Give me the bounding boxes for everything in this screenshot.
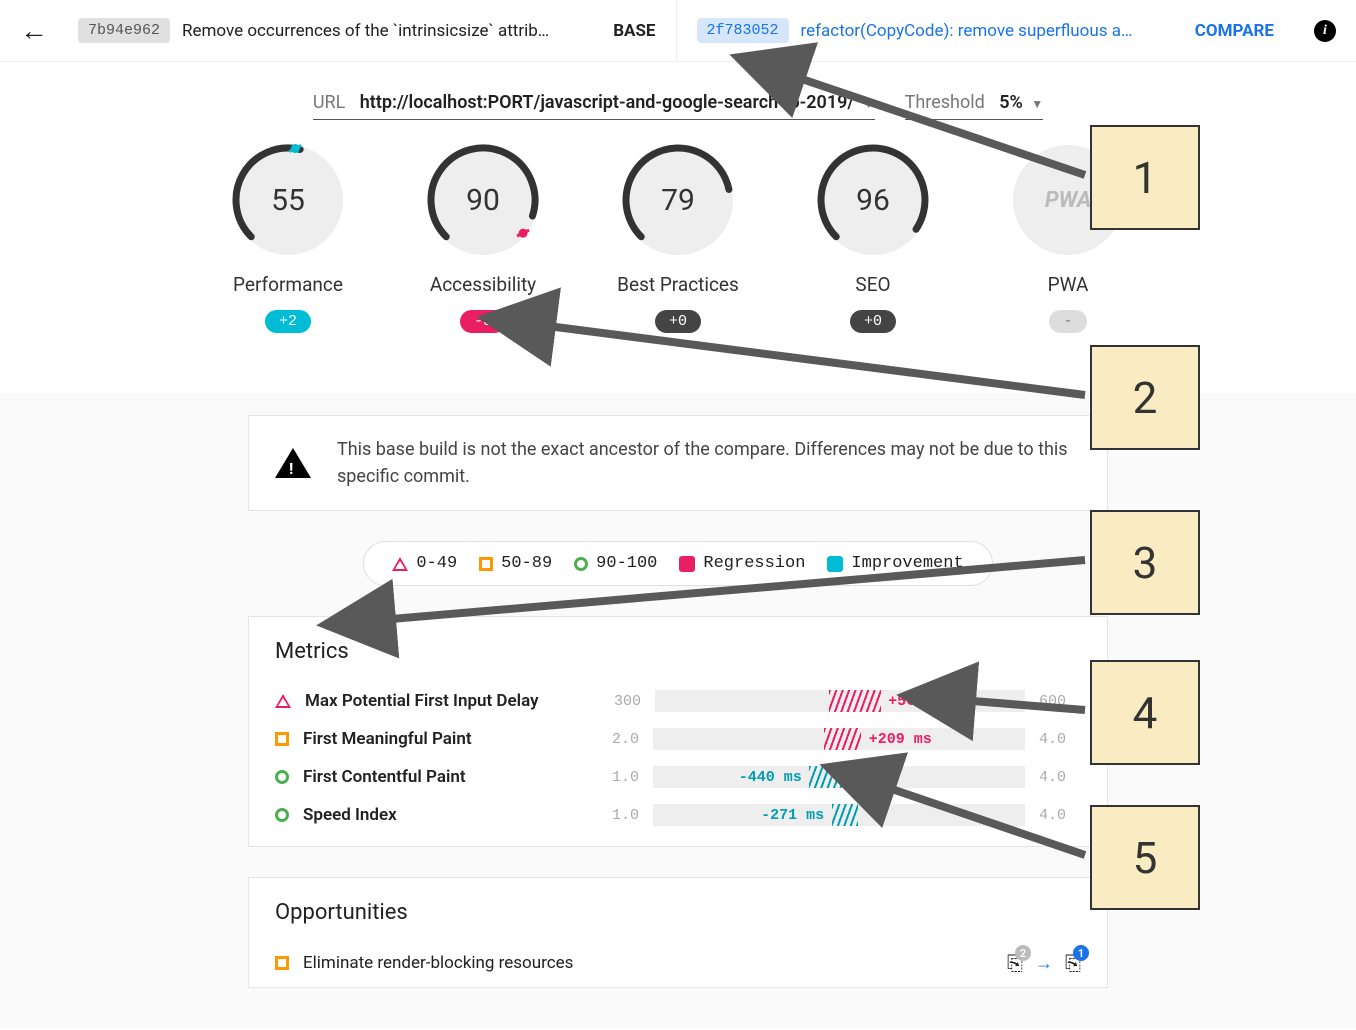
- gauge-accessibility[interactable]: 90 Accessibility -8: [418, 145, 548, 333]
- gauge-delta: +0: [655, 310, 701, 333]
- gauge-performance[interactable]: 55 Performance +2: [223, 145, 353, 333]
- metric-name: Max Potential First Input Delay: [305, 691, 585, 711]
- legend-90-100: 90-100: [574, 554, 657, 573]
- gauge-label: Performance: [223, 273, 353, 296]
- metric-bar: -271 ms: [653, 804, 1025, 826]
- report-compare-icon[interactable]: ⎘1: [1065, 951, 1081, 975]
- metric-bar: -440 ms: [653, 766, 1025, 788]
- opportunity-row[interactable]: Eliminate render-blocking resources ⎘2 →…: [275, 943, 1081, 983]
- metric-row[interactable]: First Meaningful Paint 2.0 +209 ms 4.0: [275, 720, 1081, 758]
- threshold-value: 5%: [999, 92, 1023, 113]
- url-selector[interactable]: URL http://localhost:PORT/javascript-and…: [313, 92, 875, 120]
- metric-range-high: 4.0: [1039, 731, 1081, 748]
- legend-0-49: 0-49: [392, 554, 457, 573]
- opportunities-card: Opportunities Eliminate render-blocking …: [248, 877, 1108, 988]
- info-icon[interactable]: i: [1314, 20, 1336, 42]
- base-tag: BASE: [613, 21, 655, 41]
- metric-row[interactable]: Max Potential First Input Delay 300 +56 …: [275, 682, 1081, 720]
- base-commit-message: Remove occurrences of the `intrinsicsize…: [182, 21, 601, 41]
- metric-row[interactable]: Speed Index 1.0 -271 ms 4.0: [275, 796, 1081, 834]
- warning-icon: [275, 448, 311, 478]
- status-icon: [275, 770, 289, 784]
- triangle-icon: [392, 557, 408, 571]
- legend-regression: Regression: [679, 554, 805, 573]
- metric-range-low: 2.0: [597, 731, 639, 748]
- threshold-label: Threshold: [905, 92, 985, 113]
- legend-improvement: Improvement: [827, 554, 963, 573]
- url-value: http://localhost:PORT/javascript-and-goo…: [360, 92, 854, 113]
- metric-row[interactable]: First Contentful Paint 1.0 -440 ms 4.0: [275, 758, 1081, 796]
- base-hash: 7b94e962: [78, 18, 170, 43]
- circle-icon: [574, 557, 588, 571]
- chevron-down-icon: ▼: [1031, 97, 1043, 111]
- square-icon: [479, 557, 493, 571]
- status-icon: [275, 732, 289, 746]
- callout-2: 2: [1090, 345, 1200, 450]
- regression-swatch: [679, 556, 695, 572]
- back-arrow-icon[interactable]: ←: [20, 14, 48, 47]
- threshold-selector[interactable]: Threshold 5% ▼: [905, 92, 1044, 120]
- metric-range-high: 600: [1039, 693, 1081, 710]
- chevron-down-icon: ▼: [863, 97, 875, 111]
- metric-range-low: 1.0: [597, 807, 639, 824]
- callout-1: 1: [1090, 125, 1200, 230]
- gauge-label: SEO: [808, 273, 938, 296]
- warning-text: This base build is not the exact ancesto…: [337, 436, 1081, 490]
- metric-range-low: 300: [599, 693, 641, 710]
- gauge-score: 90: [428, 145, 538, 255]
- metric-name: First Contentful Paint: [303, 767, 583, 787]
- opportunities-title: Opportunities: [275, 900, 1081, 925]
- gauge-delta: -8: [460, 310, 506, 333]
- metrics-title: Metrics: [275, 639, 1081, 664]
- opportunity-name: Eliminate render-blocking resources: [303, 953, 993, 973]
- gauge-label: PWA: [1003, 273, 1133, 296]
- gauge-best-practices[interactable]: 79 Best Practices +0: [613, 145, 743, 333]
- compare-hash: 2f783052: [697, 18, 789, 43]
- metric-delta: -440 ms: [739, 769, 802, 786]
- arrow-right-icon: →: [1035, 953, 1053, 974]
- metric-range-high: 4.0: [1039, 769, 1081, 786]
- metric-delta: +209 ms: [869, 731, 932, 748]
- gauge-delta: +0: [850, 310, 896, 333]
- compare-tag: COMPARE: [1195, 21, 1274, 41]
- metric-bar: +209 ms: [653, 728, 1025, 750]
- metrics-card: Metrics Max Potential First Input Delay …: [248, 616, 1108, 847]
- gauge-score: 96: [818, 145, 928, 255]
- gauge-delta: -: [1049, 310, 1086, 333]
- status-icon: [275, 808, 289, 822]
- metric-delta: +56 ms: [888, 693, 942, 710]
- improvement-swatch: [827, 556, 843, 572]
- base-commit-selector[interactable]: 7b94e962 Remove occurrences of the `intr…: [78, 0, 676, 61]
- callout-5: 5: [1090, 805, 1200, 910]
- metric-bar: +56 ms: [655, 690, 1025, 712]
- url-label: URL: [313, 92, 345, 113]
- metric-range-low: 1.0: [597, 769, 639, 786]
- header: ← 7b94e962 Remove occurrences of the `in…: [0, 0, 1356, 62]
- callout-4: 4: [1090, 660, 1200, 765]
- controls-row: URL http://localhost:PORT/javascript-and…: [0, 92, 1356, 120]
- gauge-seo[interactable]: 96 SEO +0: [808, 145, 938, 333]
- compare-commit-message: refactor(CopyCode): remove superfluous a…: [801, 21, 1183, 41]
- gauge-label: Best Practices: [613, 273, 743, 296]
- status-icon: [275, 694, 291, 708]
- metric-name: First Meaningful Paint: [303, 729, 583, 749]
- metric-delta: -271 ms: [761, 807, 824, 824]
- ancestor-warning: This base build is not the exact ancesto…: [248, 415, 1108, 511]
- gauge-score: 55: [233, 145, 343, 255]
- metric-name: Speed Index: [303, 805, 583, 825]
- legend: 0-49 50-89 90-100 Regression Improvement: [363, 541, 992, 586]
- gauge-label: Accessibility: [418, 273, 548, 296]
- gauge-delta: +2: [265, 310, 311, 333]
- gauge-score: 79: [623, 145, 733, 255]
- legend-50-89: 50-89: [479, 554, 552, 573]
- compare-commit-selector[interactable]: 2f783052 refactor(CopyCode): remove supe…: [676, 0, 1295, 61]
- status-icon: [275, 956, 289, 970]
- callout-3: 3: [1090, 510, 1200, 615]
- metric-range-high: 4.0: [1039, 807, 1081, 824]
- report-base-icon[interactable]: ⎘2: [1007, 951, 1023, 975]
